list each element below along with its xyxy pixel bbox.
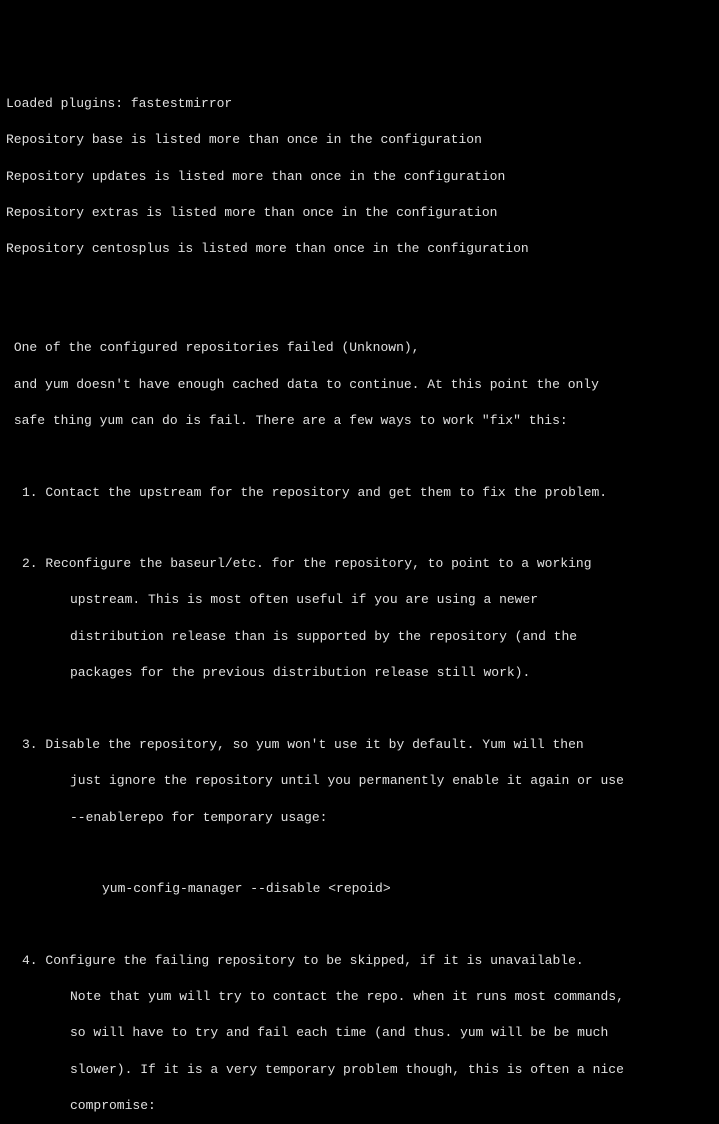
fix-item-2-line-3: distribution release than is supported b… xyxy=(6,628,713,646)
fix-item-4-line-2: Note that yum will try to contact the re… xyxy=(6,988,713,1006)
error-line-2: and yum doesn't have enough cached data … xyxy=(6,376,713,394)
error-line-3: safe thing yum can do is fail. There are… xyxy=(6,412,713,430)
fix-item-4-line-1: 4. Configure the failing repository to b… xyxy=(6,952,713,970)
fix-item-4-line-4: slower). If it is a very temporary probl… xyxy=(6,1061,713,1079)
fix-item-1: 1. Contact the upstream for the reposito… xyxy=(6,484,713,502)
fix-item-3-line-1: 3. Disable the repository, so yum won't … xyxy=(6,736,713,754)
repo-warning-base: Repository base is listed more than once… xyxy=(6,131,713,149)
fix-item-4-line-5: compromise: xyxy=(6,1097,713,1115)
fix-item-4-line-3: so will have to try and fail each time (… xyxy=(6,1024,713,1042)
repo-warning-updates: Repository updates is listed more than o… xyxy=(6,168,713,186)
fix-item-3-line-3: --enablerepo for temporary usage: xyxy=(6,809,713,827)
terminal-output: Loaded plugins: fastestmirror Repository… xyxy=(6,77,713,1124)
repo-warning-centosplus: Repository centosplus is listed more tha… xyxy=(6,240,713,258)
fix-item-2-line-1: 2. Reconfigure the baseurl/etc. for the … xyxy=(6,555,713,573)
fix-item-3-line-2: just ignore the repository until you per… xyxy=(6,772,713,790)
fix-item-3-command: yum-config-manager --disable <repoid> xyxy=(6,880,713,898)
fix-item-2-line-2: upstream. This is most often useful if y… xyxy=(6,591,713,609)
fix-item-2-line-4: packages for the previous distribution r… xyxy=(6,664,713,682)
error-line-1: One of the configured repositories faile… xyxy=(6,339,713,357)
plugins-line: Loaded plugins: fastestmirror xyxy=(6,95,713,113)
repo-warning-extras: Repository extras is listed more than on… xyxy=(6,204,713,222)
